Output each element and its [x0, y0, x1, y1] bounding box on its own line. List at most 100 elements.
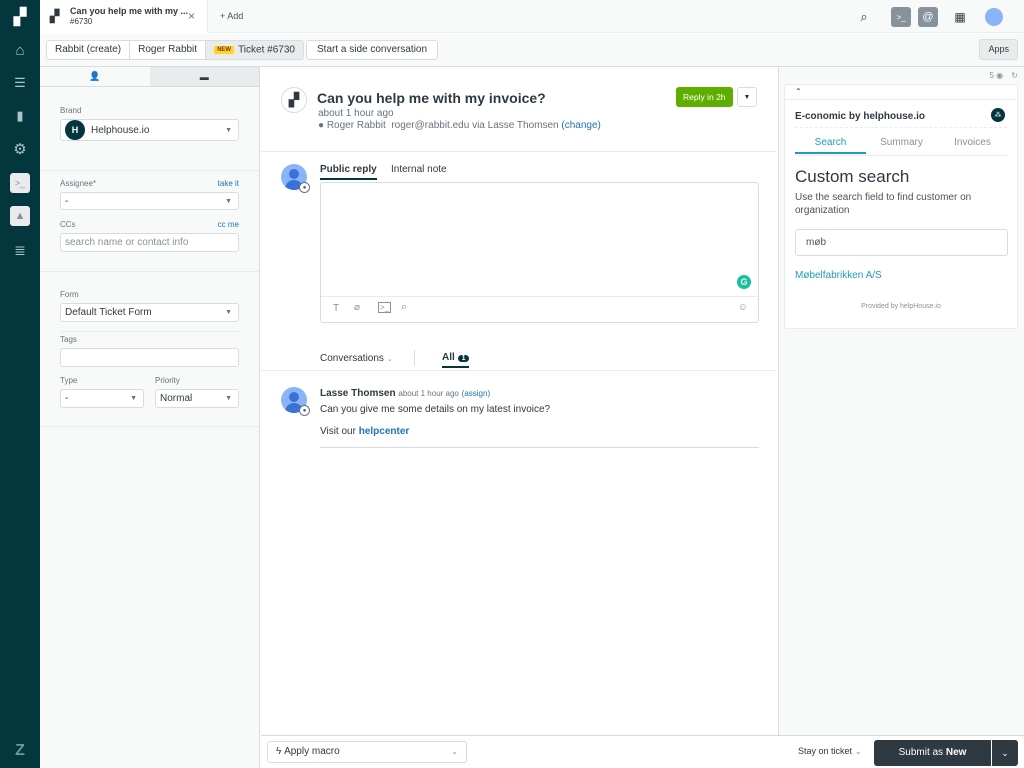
form-value: Default Ticket Form: [65, 307, 152, 318]
economic-app: ⌃ E-conomic by helphouse.io ⁂ Search Sum…: [784, 84, 1018, 329]
attachment-icon[interactable]: ⌀: [354, 302, 360, 313]
user-tab[interactable]: 👤: [40, 67, 150, 86]
text-format-icon[interactable]: T: [333, 303, 339, 314]
breadcrumb-user[interactable]: Roger Rabbit: [130, 41, 207, 59]
submit-options-button[interactable]: ⌄: [992, 740, 1018, 766]
assignee-label: Assignee*: [60, 179, 97, 188]
ticket-tab-title: Can you help me with my ...: [70, 6, 189, 16]
conversations-filter[interactable]: Conversations ⌄: [320, 353, 393, 364]
brand-label: Brand: [60, 106, 82, 115]
ticket-tab-subtitle: #6730: [70, 17, 93, 26]
all-label: All: [442, 352, 455, 363]
ccs-placeholder: search name or contact info: [65, 237, 189, 248]
user-avatar[interactable]: [985, 8, 1003, 26]
brand-value: Helphouse.io: [91, 124, 150, 136]
ticket-options-button[interactable]: ▼: [737, 87, 757, 107]
add-label: Add: [227, 11, 244, 21]
assignee-select[interactable]: - ▼: [60, 192, 239, 210]
brand-select[interactable]: H Helphouse.io ▼: [60, 119, 239, 141]
apps-panel-controls: 5 ◉ ↻: [989, 71, 1018, 80]
submit-button[interactable]: Submit as New: [874, 740, 991, 766]
chevron-down-icon: ▼: [225, 126, 232, 134]
helpcenter-link[interactable]: helpcenter: [359, 426, 410, 437]
breadcrumb-organization[interactable]: Rabbit (create): [47, 41, 131, 59]
type-value: -: [65, 393, 69, 404]
status-dot-icon: ●: [318, 120, 325, 131]
app-tab-search[interactable]: Search: [795, 137, 866, 154]
form-select[interactable]: Default Ticket Form ▼: [60, 303, 239, 322]
ticket-footer: ϟ Apply macro ⌄ Stay on ticket ⌄ Submit …: [261, 735, 1024, 768]
public-reply-tab[interactable]: Public reply: [320, 164, 377, 180]
breadcrumb: Rabbit (create) Roger Rabbit NEW Ticket #…: [46, 40, 304, 60]
submit-prefix: Submit as: [898, 747, 944, 758]
add-tab-button[interactable]: + Add: [220, 11, 243, 21]
customer-search-input[interactable]: møb: [795, 229, 1008, 256]
rocket-app-icon[interactable]: ▲: [10, 206, 30, 226]
reload-icon[interactable]: ↻: [1011, 71, 1018, 80]
visit-prefix: Visit our: [320, 426, 356, 437]
reporting-icon[interactable]: ▮: [8, 105, 32, 127]
apply-macro-select[interactable]: ϟ Apply macro ⌄: [267, 741, 467, 763]
comment-author[interactable]: Lasse Thomsen: [320, 388, 396, 399]
list-app-icon[interactable]: ≣: [8, 239, 32, 261]
ccs-input[interactable]: search name or contact info: [60, 233, 239, 252]
breadcrumb-ticket[interactable]: NEW Ticket #6730: [206, 41, 303, 59]
tags-input[interactable]: [60, 348, 239, 367]
requester-name[interactable]: Roger Rabbit: [327, 120, 386, 131]
terminal-app-icon[interactable]: >_: [10, 173, 30, 193]
app-heading: Custom search: [795, 167, 910, 186]
provided-by: Provided by helpHouse.io: [861, 303, 941, 310]
internal-note-tab[interactable]: Internal note: [391, 164, 447, 175]
all-conversations-tab[interactable]: All 1: [442, 352, 470, 368]
emoji-icon[interactable]: ☺: [738, 302, 748, 313]
home-icon[interactable]: ⌂: [8, 39, 32, 61]
assign-link[interactable]: (assign): [462, 389, 490, 398]
chevron-down-icon: ▼: [130, 395, 137, 402]
submit-status: New: [945, 747, 967, 758]
ticket-fields-tab[interactable]: ▬: [149, 67, 259, 86]
lightning-icon: ϟ: [276, 746, 282, 757]
terminal-icon[interactable]: >_: [891, 7, 911, 27]
chevron-down-icon: ⌄: [854, 746, 863, 756]
terminal-insert-icon[interactable]: >_: [378, 302, 392, 313]
mention-icon[interactable]: @: [918, 7, 938, 27]
product-grid-icon[interactable]: ▦: [951, 8, 969, 26]
knowledge-search-icon[interactable]: ⌕: [401, 301, 407, 314]
conversations-label: Conversations: [320, 353, 384, 364]
search-result-link[interactable]: Møbelfabrikken A/S: [795, 270, 882, 281]
chevron-down-icon: ▼: [225, 309, 232, 316]
views-icon[interactable]: ☰: [8, 72, 32, 94]
side-conversation-button[interactable]: Start a side conversation: [306, 40, 439, 60]
app-logo-icon: ⁂: [991, 108, 1005, 122]
comment-visit-line: Visit our helpcenter: [320, 426, 409, 437]
type-select[interactable]: - ▼: [60, 389, 144, 408]
grammarly-icon[interactable]: G: [737, 275, 751, 289]
ticket-tab[interactable]: ▞ Can you help me with my ... #6730 ×: [40, 0, 208, 33]
priority-select[interactable]: Normal ▼: [155, 389, 239, 408]
chevron-down-icon: ⌄: [1001, 748, 1009, 758]
ticket-icon: ▬: [199, 71, 209, 82]
sla-badge: Reply in 2h: [676, 87, 733, 107]
stay-on-ticket-select[interactable]: Stay on ticket ⌄: [798, 746, 862, 757]
priority-value: Normal: [160, 393, 193, 404]
app-tab-summary[interactable]: Summary: [866, 137, 937, 148]
zendesk-logo-icon[interactable]: ▞: [8, 6, 32, 28]
cc-me-link[interactable]: cc me: [218, 220, 239, 229]
search-icon[interactable]: ⌕: [855, 8, 873, 26]
collapse-app-icon[interactable]: ⌃: [795, 87, 802, 96]
app-tab-invoices[interactable]: Invoices: [937, 137, 1008, 148]
change-requester-link[interactable]: (change): [561, 120, 600, 131]
settings-gear-icon[interactable]: ⚙: [8, 138, 32, 160]
reply-editor[interactable]: G T ⌀ >_ ⌕ ☺: [320, 182, 759, 323]
comment-body: Can you give me some details on my lates…: [320, 404, 551, 415]
take-it-link[interactable]: take it: [218, 179, 239, 188]
eye-icon: ◉: [996, 71, 1004, 80]
apps-panel: 5 ◉ ↻ ⌃ E-conomic by helphouse.io ⁂ Sear…: [778, 67, 1024, 735]
all-count-badge: 1: [457, 355, 470, 362]
chevron-down-icon: ▼: [743, 93, 751, 101]
ticket-tab-icon: ▞: [50, 9, 60, 23]
new-status-badge: NEW: [214, 46, 235, 54]
close-tab-icon[interactable]: ×: [188, 9, 195, 23]
apps-button[interactable]: Apps: [979, 39, 1018, 60]
app-description: Use the search field to find customer on…: [795, 192, 972, 216]
